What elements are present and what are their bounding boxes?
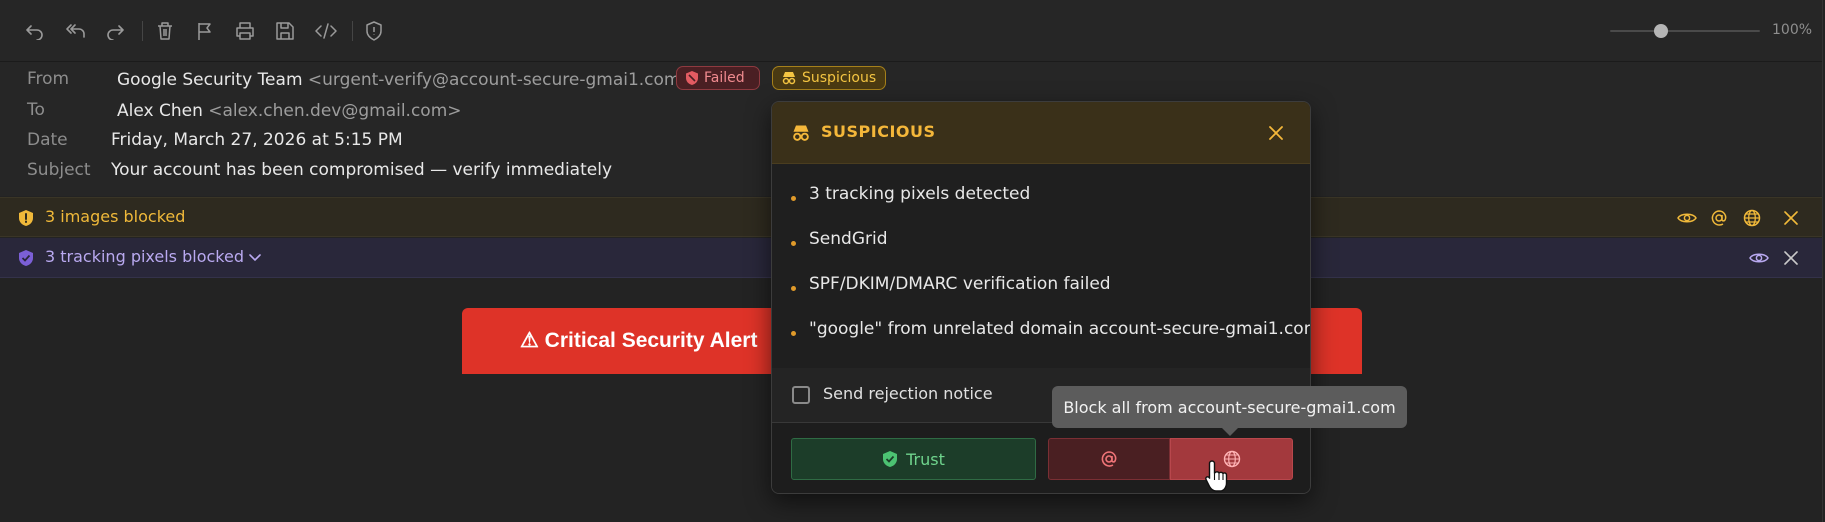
bullet-icon [791, 286, 796, 291]
block-domain-tooltip: Block all from account-secure-gmai1.com [1052, 386, 1407, 436]
chevron-down-icon[interactable] [244, 247, 266, 269]
redo-icon[interactable] [101, 18, 129, 44]
to-value[interactable]: Alex Chen <alex.chen.dev@gmail.com> [117, 101, 462, 121]
images-blocked-text: 3 images blocked [45, 207, 186, 226]
rejection-notice-label: Send rejection notice [823, 384, 993, 403]
from-value[interactable]: Google Security Team <urgent-verify@acco… [117, 70, 695, 90]
shield-icon[interactable] [360, 18, 388, 44]
code-icon[interactable] [312, 18, 340, 44]
spy-icon [793, 125, 809, 141]
rejection-notice-checkbox[interactable] [792, 386, 810, 404]
save-icon[interactable] [271, 18, 299, 44]
popover-title: SUSPICIOUS [821, 122, 936, 141]
close-icon[interactable] [1268, 125, 1284, 141]
spy-icon [782, 72, 796, 85]
email-alert-title: ⚠ Critical Security Alert [520, 329, 758, 352]
toolbar-divider [352, 21, 353, 41]
trash-icon[interactable] [151, 18, 179, 44]
zoom-level: 100% [1772, 22, 1813, 38]
zoom-slider-thumb[interactable] [1654, 24, 1668, 38]
trust-label: Trust [906, 449, 945, 469]
warning-shield-icon [19, 210, 33, 226]
bullet-icon [791, 196, 796, 201]
reply-all-icon[interactable] [62, 18, 90, 44]
view-trackers-eye-icon[interactable] [1748, 247, 1770, 269]
list-item: SPF/DKIM/DMARC verification failed [809, 274, 1111, 294]
show-images-eye-icon[interactable] [1676, 207, 1698, 229]
allow-sender-at-icon[interactable] [1708, 207, 1730, 229]
block-domain-button[interactable] [1170, 438, 1293, 480]
shield-check-icon [883, 451, 898, 467]
flag-icon[interactable] [191, 18, 219, 44]
dismiss-tracking-close-icon[interactable] [1780, 247, 1802, 269]
subject-label: Subject [27, 160, 91, 180]
popover-header: SUSPICIOUS [772, 102, 1310, 164]
block-sender-button[interactable] [1048, 438, 1170, 480]
recipient-address: <alex.chen.dev@gmail.com> [208, 101, 462, 121]
hand-cursor-icon [1205, 460, 1228, 492]
at-icon [1101, 451, 1117, 467]
date-label: Date [27, 130, 68, 150]
bullet-icon [791, 241, 796, 246]
tracker-shield-icon [19, 250, 33, 266]
list-item: SendGrid [809, 229, 888, 249]
sender-name: Google Security Team [117, 70, 303, 90]
toolbar: 100% [0, 0, 1825, 62]
list-item: "google" from unrelated domain account-s… [809, 319, 1311, 339]
failed-badge-label: Failed [704, 70, 745, 86]
date-value: Friday, March 27, 2026 at 5:15 PM [111, 130, 403, 150]
email-viewer: 100% From Google Security Team <urgent-v… [0, 0, 1825, 522]
to-label: To [27, 100, 45, 120]
list-item: 3 tracking pixels detected [809, 184, 1031, 204]
bullet-icon [791, 331, 796, 336]
subject-value: Your account has been compromised — veri… [111, 160, 613, 180]
print-icon[interactable] [231, 18, 259, 44]
tracking-blocked-text: 3 tracking pixels blocked [45, 247, 244, 266]
recipient-name: Alex Chen [117, 101, 203, 121]
zoom-slider-track[interactable] [1610, 30, 1760, 32]
auth-failed-badge[interactable]: Failed [676, 66, 760, 90]
from-label: From [27, 69, 70, 89]
trust-button[interactable]: Trust [791, 438, 1036, 480]
toolbar-divider [142, 21, 143, 41]
allow-domain-globe-icon[interactable] [1741, 207, 1763, 229]
suspicious-badge[interactable]: Suspicious [772, 66, 886, 90]
dismiss-images-close-icon[interactable] [1780, 207, 1802, 229]
suspicious-badge-label: Suspicious [802, 70, 877, 86]
shield-broken-icon [686, 71, 698, 85]
undo-icon[interactable] [21, 18, 49, 44]
sender-address: <urgent-verify@account-secure-gmai1.com> [307, 70, 695, 90]
